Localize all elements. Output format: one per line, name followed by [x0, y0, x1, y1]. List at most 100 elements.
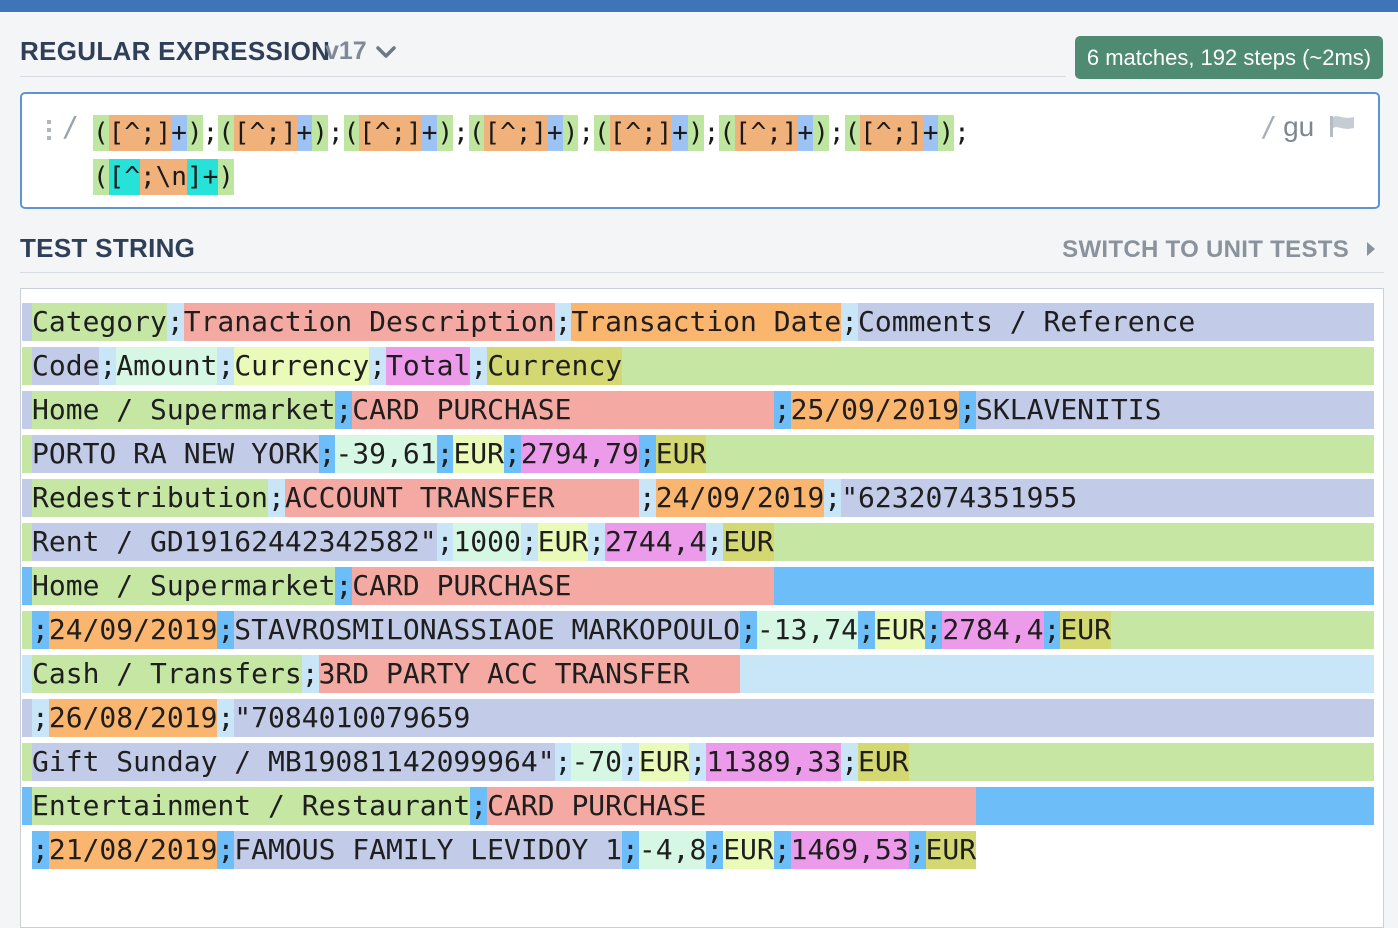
regex-token: ^;: [374, 115, 407, 151]
drag-handle-icon[interactable]: [47, 120, 51, 144]
test-string-line: ;24/09/2019;STAVROSMILONASSIAOE MARKOPOU…: [22, 611, 1374, 649]
match-group-segment: ;: [638, 479, 656, 517]
regex-token: (: [594, 115, 610, 151]
match-group-segment: ;: [301, 655, 319, 693]
regex-token: ): [186, 115, 203, 151]
regex-token: ): [938, 115, 955, 151]
regex-token: [: [108, 115, 125, 151]
match-group-segment: 26/08/2019: [48, 699, 218, 737]
regex-token: [: [484, 115, 501, 151]
match-group-segment: Redestribution: [32, 479, 269, 517]
match-group-segment: ;: [268, 479, 285, 517]
match-group-segment: 2794,79: [520, 435, 639, 473]
regex-token: ): [562, 115, 579, 151]
test-string-line: Rent / GD19162442342582";1000;EUR;2744,4…: [22, 523, 1374, 561]
regex-token: ;: [954, 118, 970, 148]
regex-input[interactable]: / ([^;]+);([^;]+);([^;]+);([^;]+);([^;]+…: [20, 92, 1380, 209]
match-group-segment: ;: [166, 303, 184, 341]
match-group-segment: ;: [841, 303, 859, 341]
match-group-segment: ;: [217, 831, 235, 869]
test-string-line: Gift Sunday / MB19081142099964";-70;EUR;…: [22, 743, 1374, 781]
match-group-segment: -39,61: [335, 435, 437, 473]
match-info-badge: 6 matches, 192 steps (~2ms): [1075, 36, 1383, 79]
match-group-segment: Code: [32, 347, 100, 385]
match-group-segment: CARD PURCHASE: [352, 391, 774, 429]
match-group-segment: ;: [554, 303, 572, 341]
match-group-segment: Currency: [487, 347, 623, 385]
test-string-line: Code;Amount;Currency;Total;Currency: [22, 347, 1374, 385]
match-group-segment: -4,8: [638, 831, 707, 869]
version-selector[interactable]: v17: [325, 37, 396, 66]
match-group-segment: Gift Sunday / MB19081142099964": [32, 743, 555, 781]
regex-token: ]: [656, 115, 673, 151]
match-group-segment: EUR: [638, 743, 690, 781]
test-string-title: TEST STRING: [20, 233, 196, 263]
match-group-segment: "6232074351955: [841, 479, 1078, 517]
regex-close-delimiter: /: [1260, 110, 1278, 143]
match-group-segment: Amount: [116, 347, 218, 385]
match-group-segment: EUR: [723, 523, 774, 561]
chevron-right-icon: [1367, 242, 1375, 256]
regex-token: [: [860, 115, 876, 151]
match-group-segment: ;: [841, 743, 859, 781]
regex-token: ]: [406, 115, 422, 151]
match-group-segment: ;: [773, 831, 791, 869]
top-bar: [0, 0, 1398, 12]
regex-token: ;: [327, 118, 344, 148]
match-group-segment: -13,74: [756, 611, 859, 649]
match-group-segment: 2744,4: [605, 523, 707, 561]
regex-line: ([^;]+);([^;]+);([^;]+);([^;]+);([^;]+);…: [93, 111, 970, 155]
match-group-segment: -70: [571, 743, 623, 781]
test-string-text: Code;Amount;Currency;Total;Currency: [32, 347, 623, 385]
flags-label: gu: [1283, 111, 1315, 142]
match-group-segment: 24/09/2019: [655, 479, 825, 517]
match-group-segment: ;: [858, 611, 875, 649]
test-string-line: Home / Supermarket;CARD PURCHASE ;25/09/…: [22, 391, 1374, 429]
regex-token: ): [218, 159, 234, 195]
regex-flags[interactable]: / gu: [1260, 110, 1356, 143]
switch-to-unit-tests-link[interactable]: SWITCH TO UNIT TESTS: [1062, 236, 1376, 264]
chevron-down-icon: [375, 46, 396, 59]
regex-token: ]: [280, 115, 297, 151]
match-group-segment: 11389,33: [706, 743, 842, 781]
regex-token: +: [202, 159, 219, 195]
match-group-segment: Home / Supermarket: [32, 391, 336, 429]
match-group-segment: ;: [824, 479, 842, 517]
match-group-segment: ;: [436, 435, 454, 473]
test-string-text: Gift Sunday / MB19081142099964";-70;EUR;…: [32, 743, 909, 781]
regex-token: ]: [155, 115, 172, 151]
match-group-segment: ;: [588, 523, 606, 561]
match-group-segment: 25/09/2019: [790, 391, 960, 429]
match-group-segment: ;: [470, 787, 488, 825]
test-string-text: Home / Supermarket;CARD PURCHASE: [32, 567, 774, 605]
match-group-segment: FAMOUS FAMILY LEVIDOY 1: [234, 831, 623, 869]
match-group-segment: ;: [908, 831, 926, 869]
match-group-segment: EUR: [537, 523, 589, 561]
match-group-segment: ;: [217, 611, 235, 649]
match-group-segment: ;: [520, 523, 538, 561]
match-group-segment: SKLAVENITIS: [976, 391, 1162, 429]
test-string-editor[interactable]: Category;Tranaction Description;Transact…: [20, 288, 1384, 928]
regex-divider: [20, 76, 1066, 77]
match-group-segment: ;: [32, 699, 49, 737]
test-string-line: Home / Supermarket;CARD PURCHASE: [22, 567, 1374, 605]
regex-token: (: [468, 115, 485, 151]
regex-token: [: [108, 159, 125, 195]
switch-label: SWITCH TO UNIT TESTS: [1062, 236, 1350, 263]
match-group-segment: ;: [706, 831, 724, 869]
match-group-segment: ;: [32, 831, 49, 869]
match-group-segment: Comments / Reference: [858, 303, 1196, 341]
match-group-segment: ;: [925, 611, 943, 649]
regex-section-title: REGULAR EXPRESSION: [20, 36, 331, 66]
test-string-divider: [20, 272, 1384, 273]
match-group-segment: Category: [32, 303, 167, 341]
regex-token: ): [813, 115, 829, 151]
regex-token: (: [343, 115, 360, 151]
match-group-segment: Tranaction Description: [183, 303, 555, 341]
match-group-segment: ;: [335, 391, 353, 429]
flag-icon[interactable]: [1328, 114, 1356, 138]
regex-token: (: [218, 115, 234, 151]
match-group-segment: 21/08/2019: [48, 831, 218, 869]
regex-pattern[interactable]: ([^;]+);([^;]+);([^;]+);([^;]+);([^;]+);…: [93, 111, 970, 199]
regex-token: ^;: [500, 115, 532, 151]
